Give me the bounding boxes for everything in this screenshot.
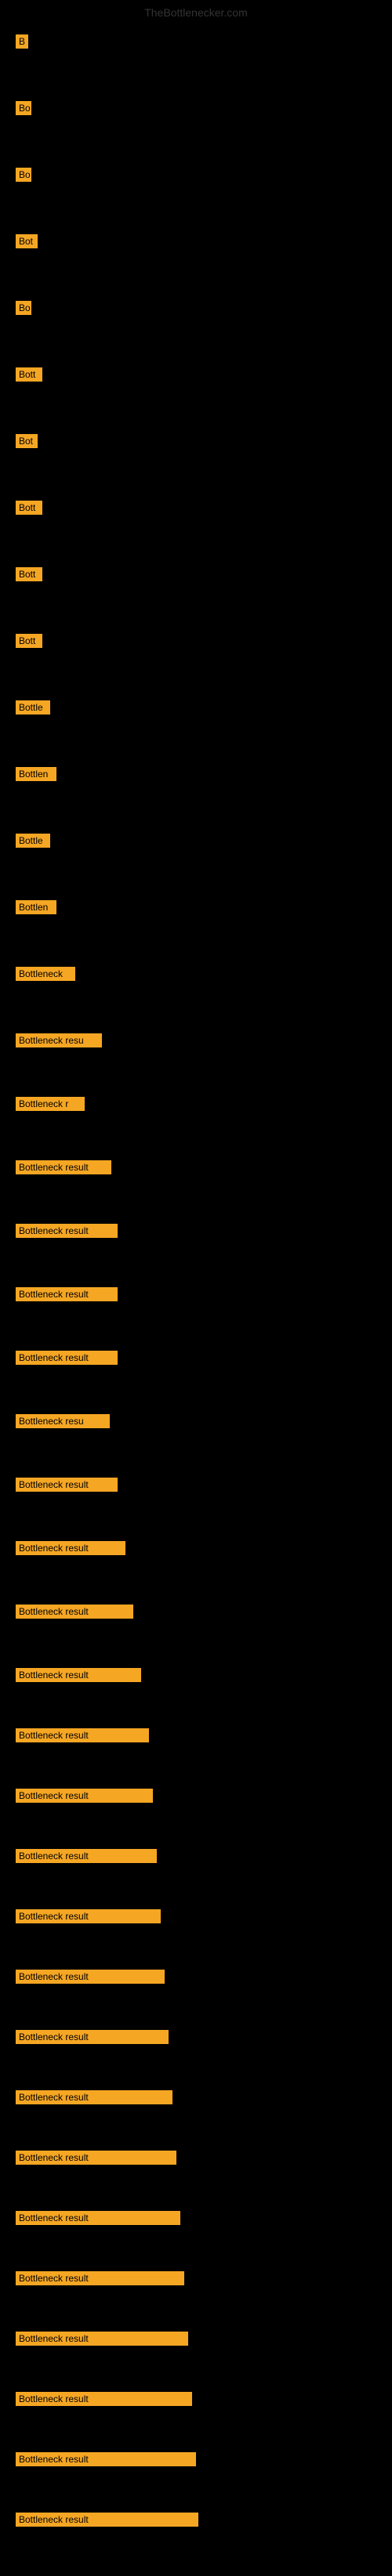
list-item: Bottleneck result <box>16 1724 376 1751</box>
bottleneck-label: Bottleneck result <box>16 1224 118 1238</box>
list-item: Bottleneck r <box>16 1092 376 1120</box>
bottleneck-label: Bottleneck result <box>16 1970 165 1984</box>
list-item: Bottle <box>16 829 376 856</box>
list-item: Bott <box>16 496 376 523</box>
bottleneck-label: Bottleneck result <box>16 2271 184 2285</box>
list-item: Bottleneck result <box>16 1473 376 1500</box>
list-item: Bo <box>16 96 376 124</box>
bottleneck-label: Bottleneck result <box>16 1478 118 1492</box>
list-item: Bottleneck result <box>16 1784 376 1811</box>
bottleneck-label: Bottleneck result <box>16 1668 141 1682</box>
bottleneck-label: Bottleneck result <box>16 1351 118 1365</box>
list-item: Bottle <box>16 696 376 723</box>
bottleneck-label: Bottleneck result <box>16 1728 149 1742</box>
bottleneck-label: Bo <box>16 101 31 115</box>
list-item: Bottleneck result <box>16 1600 376 1627</box>
bottleneck-label: Bot <box>16 234 38 248</box>
bottleneck-label: Bottleneck result <box>16 1605 133 1619</box>
bottleneck-label: Bottleneck <box>16 967 75 981</box>
list-item: Bottleneck resu <box>16 1409 376 1437</box>
list-item: Bot <box>16 429 376 457</box>
list-item: Bottleneck result <box>16 2086 376 2113</box>
bottleneck-label: Bottleneck result <box>16 1287 118 1301</box>
list-item: Bottleneck result <box>16 2146 376 2173</box>
bottleneck-label: Bottleneck result <box>16 1160 111 1174</box>
bottleneck-label: Bottleneck result <box>16 1789 153 1803</box>
bottleneck-label: Bottleneck result <box>16 2151 176 2165</box>
bottleneck-label: Bottleneck result <box>16 2332 188 2346</box>
list-item: Bott <box>16 563 376 590</box>
bottleneck-label: Bottleneck resu <box>16 1033 102 1047</box>
list-item: Bo <box>16 163 376 190</box>
list-item: Bottleneck result <box>16 1346 376 1373</box>
bottleneck-label: Bottlen <box>16 767 56 781</box>
bottleneck-label: Bottleneck result <box>16 2030 169 2044</box>
bottleneck-label: B <box>16 34 28 49</box>
list-item: Bottleneck <box>16 962 376 990</box>
list-item: Bottleneck result <box>16 1663 376 1691</box>
list-item: Bottleneck result <box>16 2206 376 2234</box>
bottleneck-label: Bottleneck result <box>16 1541 125 1555</box>
list-item: Bottleneck result <box>16 1536 376 1564</box>
list-item: Bottlen <box>16 762 376 790</box>
list-item: Bottleneck result <box>16 2025 376 2053</box>
bottleneck-label: Bott <box>16 501 42 515</box>
items-container: B Bo Bo Bot Bo Bott Bot Bott Bott Bott Bottle Bottl… <box>0 22 392 2576</box>
bottleneck-label: Bo <box>16 301 31 315</box>
list-item: Bottleneck result <box>16 1965 376 1992</box>
bottleneck-label: Bott <box>16 567 42 581</box>
site-title-text: TheBottlenecker.com <box>144 6 248 19</box>
list-item: B <box>16 30 376 57</box>
list-item: Bo <box>16 296 376 324</box>
list-item: Bottleneck resu <box>16 1029 376 1056</box>
list-item: Bottleneck result <box>16 2387 376 2415</box>
list-item: Bottleneck result <box>16 2508 376 2535</box>
list-item: Bottleneck result <box>16 1844 376 1872</box>
bottleneck-label: Bot <box>16 434 38 448</box>
bottleneck-label: Bottleneck result <box>16 1849 157 1863</box>
list-item: Bottleneck result <box>16 1219 376 1246</box>
list-item: Bottleneck result <box>16 1156 376 1183</box>
bottleneck-label: Bottle <box>16 834 50 848</box>
bottleneck-label: Bottleneck result <box>16 2392 192 2406</box>
site-title: TheBottlenecker.com <box>0 0 392 22</box>
list-item: Bottlen <box>16 895 376 923</box>
list-item: Bott <box>16 629 376 657</box>
list-item: Bott <box>16 363 376 390</box>
bottleneck-label: Bottleneck result <box>16 2452 196 2466</box>
bottleneck-label: Bo <box>16 168 31 182</box>
list-item: Bottleneck result <box>16 2448 376 2475</box>
bottleneck-label: Bottleneck resu <box>16 1414 110 1428</box>
bottleneck-label: Bottleneck result <box>16 2090 172 2104</box>
bottleneck-label: Bott <box>16 367 42 382</box>
list-item: Bottleneck result <box>16 2327 376 2354</box>
bottleneck-label: Bottleneck r <box>16 1097 85 1111</box>
bottleneck-label: Bottlen <box>16 900 56 914</box>
bottleneck-label: Bottle <box>16 700 50 715</box>
bottleneck-label: Bottleneck result <box>16 2513 198 2527</box>
list-item: Bottleneck result <box>16 1283 376 1310</box>
list-item: Bottleneck result <box>16 1905 376 1932</box>
bottleneck-label: Bottleneck result <box>16 2211 180 2225</box>
bottleneck-label: Bott <box>16 634 42 648</box>
list-item: Bot <box>16 230 376 257</box>
bottleneck-label: Bottleneck result <box>16 1909 161 1923</box>
list-item: Bottleneck result <box>16 2267 376 2294</box>
